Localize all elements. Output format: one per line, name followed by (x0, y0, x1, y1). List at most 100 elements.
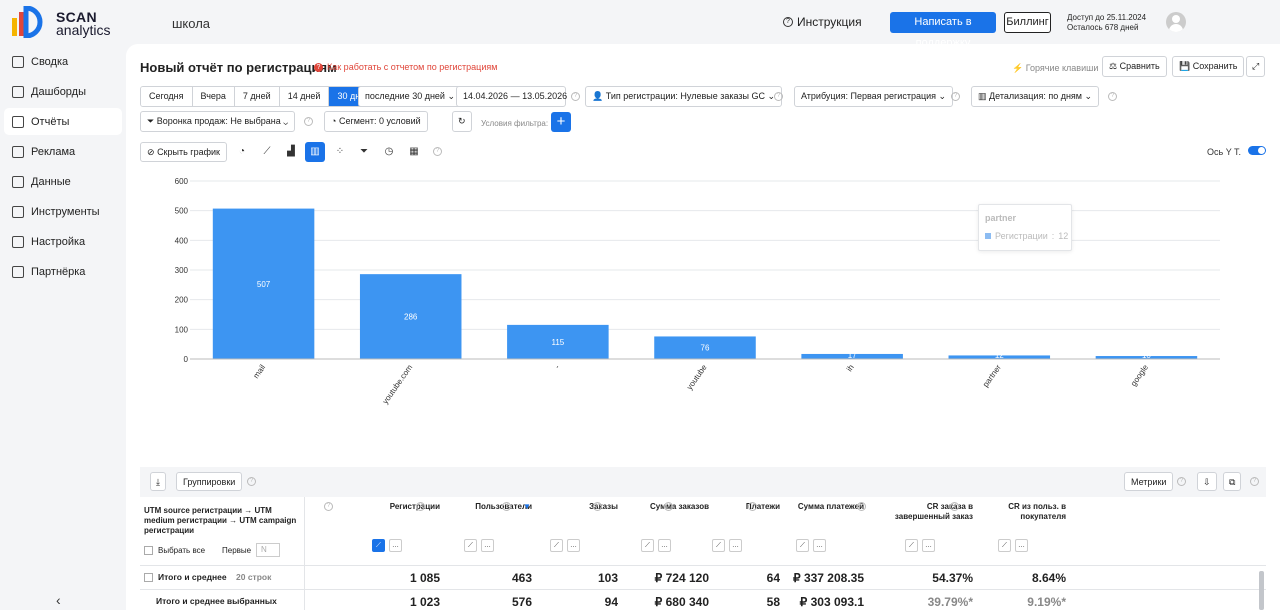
column-more-icon[interactable]: … (922, 539, 935, 552)
last-period-select[interactable]: последние 30 дней ⌄ (358, 86, 463, 107)
date-from: 14.04.2026 (463, 91, 509, 101)
column-chart-icon[interactable]: ⟋ (796, 539, 809, 552)
detail-select[interactable]: ▥ Детализация: по дням ⌄ (971, 86, 1100, 107)
reg-type-help-icon[interactable]: ? (774, 92, 783, 101)
area-chart-icon[interactable]: ▟ (281, 142, 301, 162)
sidebar-item-2[interactable]: Отчёты (4, 108, 122, 135)
support-button[interactable]: Написать в поддержку (890, 12, 996, 49)
column-chart-icon[interactable]: ⟋ (905, 539, 918, 552)
refresh-button[interactable]: ↻ (452, 111, 472, 132)
column-help-icon[interactable]: ? (748, 502, 757, 511)
select-all-checkbox[interactable] (144, 546, 153, 555)
gauge-chart-icon[interactable]: ◷ (379, 142, 399, 162)
summary-icon (12, 55, 24, 68)
column-help-icon[interactable]: ? (857, 502, 866, 511)
scatter-chart-icon[interactable]: ⁘ (330, 142, 350, 162)
column-chart-icon[interactable]: ⟋ (998, 539, 1011, 552)
sidebar-item-5[interactable]: Инструменты (4, 198, 122, 225)
sidebar-item-4[interactable]: Данные (4, 168, 122, 195)
metrics-help-icon[interactable]: ? (1177, 477, 1186, 486)
compare-button[interactable]: ⚖ Сравнить (1102, 56, 1167, 77)
column-chart-icon[interactable]: ⟋ (464, 539, 477, 552)
project-name[interactable]: школа (172, 16, 210, 31)
date-range-input[interactable]: 14.04.2026 — 13.05.2026 (456, 86, 567, 107)
column-more-icon[interactable]: … (658, 539, 671, 552)
axis-y-toggle[interactable] (1248, 146, 1266, 155)
scan-analytics-logo[interactable]: SCAN analytics (10, 6, 130, 38)
add-condition-button[interactable]: + (551, 112, 571, 132)
hotkeys-link[interactable]: ⚡ Горячие клавиши (1012, 63, 1098, 74)
pie-chart-icon[interactable]: ◔ (232, 142, 252, 162)
sidebar-item-3[interactable]: Реклама (4, 138, 122, 165)
x-tick-label: - (553, 363, 562, 371)
export-help-icon[interactable]: ? (1250, 477, 1259, 486)
export-button[interactable]: ⤓ (150, 472, 166, 491)
column-chart-icon[interactable]: ⟋ (550, 539, 563, 552)
groupings-button[interactable]: Группировки (176, 472, 243, 491)
first-n-input[interactable]: N (256, 543, 280, 557)
instruction-link[interactable]: ? Инструкция (783, 15, 862, 29)
save-button[interactable]: 💾 Сохранить (1172, 56, 1245, 77)
total-row-checkbox[interactable] (144, 573, 153, 582)
sidebar-item-6[interactable]: Настройка (4, 228, 122, 255)
reg-type-select[interactable]: 👤 Тип регистрации: Нулевые заказы GC ⌄ (585, 86, 783, 107)
column-help-icon[interactable]: ? (950, 502, 959, 511)
period-option-3[interactable]: 14 дней (279, 87, 330, 106)
column-header-5[interactable]: Сумма платежей (780, 502, 864, 512)
column-more-icon[interactable]: … (389, 539, 402, 552)
column-more-icon[interactable]: … (481, 539, 494, 552)
detail-help-icon[interactable]: ? (1108, 92, 1117, 101)
column-help-icon[interactable]: ? (593, 502, 602, 511)
attribution-help-icon[interactable]: ? (951, 92, 960, 101)
question-icon: ? (783, 17, 793, 27)
period-option-2[interactable]: 7 дней (234, 87, 280, 106)
hide-chart-button[interactable]: ⊘ Скрыть график (140, 142, 227, 162)
column-header-0[interactable]: Регистрации (356, 502, 440, 512)
column-chart-icon[interactable]: ⟋ (372, 539, 385, 552)
groupings-help-icon[interactable]: ? (247, 477, 256, 486)
column-header-1[interactable]: Пользователи (448, 502, 532, 512)
column-header-4[interactable]: Платежи (696, 502, 780, 512)
period-option-0[interactable]: Сегодня (141, 87, 193, 106)
column-chart-icon[interactable]: ⟋ (712, 539, 725, 552)
table-scrollbar[interactable] (1259, 571, 1264, 610)
copy-button[interactable]: ⧉ (1223, 472, 1242, 491)
chart-help-icon[interactable]: ? (433, 147, 442, 156)
line-chart-icon[interactable]: ⟋ (257, 142, 277, 162)
collapse-sidebar-icon[interactable]: ‹ (56, 592, 61, 608)
billing-button[interactable]: Биллинг (1004, 12, 1051, 33)
period-option-1[interactable]: Вчера (192, 87, 235, 106)
date-help-icon[interactable]: ? (571, 92, 580, 101)
segment-select[interactable]: ◔ Сегмент: 0 условий (324, 111, 428, 132)
segment-icon: ◔ (331, 116, 337, 126)
funnel-chart-icon[interactable]: ⏷ (354, 142, 374, 162)
funnel-help-icon[interactable]: ? (304, 117, 313, 126)
column-header-6[interactable]: CR заказа в завершенный заказ (889, 502, 973, 522)
column-header-2[interactable]: Заказы (534, 502, 618, 512)
column-help-icon[interactable]: ? (664, 502, 673, 511)
avatar[interactable] (1166, 12, 1186, 32)
sidebar-item-7[interactable]: Партнёрка (4, 258, 122, 285)
sort-desc-icon[interactable]: ▼ (523, 502, 531, 511)
bar-chart-icon[interactable]: ▥ (305, 142, 325, 162)
column-more-icon[interactable]: … (567, 539, 580, 552)
excel-export-button[interactable]: ⇩ (1197, 472, 1217, 491)
column-help-icon[interactable]: ? (502, 502, 511, 511)
grid-chart-icon[interactable]: ▦ (404, 142, 424, 162)
attribution-select[interactable]: Атрибуция: Первая регистрация ⌄ (794, 86, 954, 107)
column-help-icon[interactable]: ? (416, 502, 425, 511)
column-help-icon[interactable]: ? (324, 502, 333, 511)
sidebar-item-1[interactable]: Дашборды (4, 78, 122, 105)
metrics-button[interactable]: Метрики (1124, 472, 1174, 491)
x-tick-label: mail (251, 363, 267, 380)
dimension-header: UTM source регистрации → UTM medium реги… (144, 506, 297, 535)
sidebar-item-0[interactable]: Сводка (4, 48, 122, 75)
column-more-icon[interactable]: … (729, 539, 742, 552)
fullscreen-button[interactable]: ⤢ (1246, 56, 1266, 77)
column-more-icon[interactable]: … (1015, 539, 1028, 552)
column-header-7[interactable]: CR из польз. в покупателя (982, 502, 1066, 522)
column-more-icon[interactable]: … (813, 539, 826, 552)
column-chart-icon[interactable]: ⟋ (641, 539, 654, 552)
funnel-select[interactable]: ⏷ Воронка продаж: Не выбрана ⌄ (140, 111, 296, 132)
howto-link[interactable]: ? Как работать с отчетом по регистрациям (314, 62, 497, 72)
